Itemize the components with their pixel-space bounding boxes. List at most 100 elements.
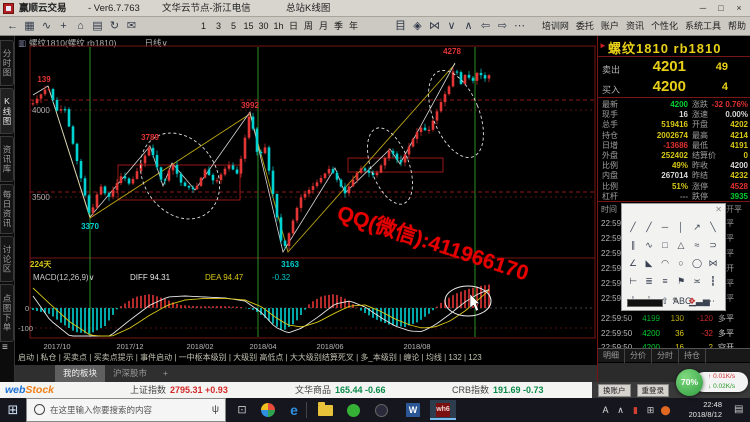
sidebar-tab[interactable]: K线图 — [0, 88, 14, 134]
indicator-links-row[interactable]: 启动 | 私仓 | 买卖点 | 买卖点提示 | 事件启动 | 一中枢本级别 | … — [18, 352, 593, 363]
draw-tool-icon[interactable]: ╱ — [625, 220, 641, 235]
block-tab[interactable]: + — [155, 365, 176, 382]
brush-icon[interactable]: ✎ — [672, 296, 680, 307]
period-button-15[interactable]: 15 — [241, 17, 256, 36]
index-quote[interactable]: CRB指数191.69 -0.73 — [452, 382, 544, 398]
more-tools-icon[interactable]: ⋯ — [706, 296, 715, 307]
draw-tool-icon[interactable]: ↗ — [689, 220, 705, 235]
index-quote[interactable]: 文华商品165.44 -0.66 — [295, 382, 386, 398]
draw-tool-icon[interactable]: ⚑ — [673, 274, 689, 289]
draw-tool-icon[interactable]: ⋈ — [705, 256, 721, 271]
notification-center-icon[interactable]: ▤ — [734, 398, 743, 422]
more-icon[interactable]: ⋯ — [511, 17, 528, 36]
refresh-icon[interactable]: ↻ — [106, 17, 123, 36]
menu-item[interactable]: 资讯 — [626, 17, 644, 36]
sidebar-tab[interactable]: 每日资讯 — [0, 184, 14, 234]
memory-speedball[interactable]: 70% — [676, 369, 703, 396]
next-icon[interactable]: ⇨ — [494, 17, 511, 36]
draw-tool-icon[interactable]: ─ — [657, 220, 673, 235]
draw-tool-icon[interactable]: │ — [673, 220, 689, 235]
diamond-icon[interactable]: ◈ — [409, 17, 426, 36]
contract-name[interactable]: 螺纹1810 rb1810 — [608, 38, 721, 57]
tick-tab[interactable]: 持仓 — [679, 349, 706, 363]
draw-tool-icon[interactable]: ≍ — [689, 274, 705, 289]
block-tab[interactable]: 我的板块 — [55, 365, 105, 382]
session-button[interactable]: 换账户 — [598, 384, 631, 397]
task-view-button[interactable]: ⊡ — [232, 398, 252, 422]
mail-icon[interactable]: ✉ — [123, 17, 140, 36]
save-icon[interactable]: ▤ — [89, 17, 106, 36]
draw-tool-icon[interactable]: ∿ — [641, 238, 657, 253]
grid-icon[interactable]: ▦ — [21, 17, 38, 36]
draw-tool-icon[interactable]: ◣ — [641, 256, 657, 271]
word-app-icon[interactable]: W — [400, 400, 426, 420]
bid-price[interactable]: 4200 — [626, 78, 686, 95]
drawing-tools-palette[interactable]: ✕ ╱╱─│↗╲∥∿□△≈⊃∠◣◠○◯⋈⊢≣≡⚑≍┇┆┊⇧ABC▁▃▅ ✎ ❖ … — [621, 203, 726, 311]
draw-tool-icon[interactable]: ┇ — [705, 274, 721, 289]
taskbar-clock[interactable]: 22:48 2018/8/12 — [682, 400, 722, 420]
start-button[interactable]: ⊞ — [0, 398, 26, 422]
block-tab[interactable]: 沪深股市 — [105, 365, 155, 382]
color-picker-icon[interactable]: ❖ — [688, 296, 696, 307]
kline-chart-canvas[interactable]: 400035000-10013937893992427833703163224天… — [15, 36, 597, 350]
draw-tool-icon[interactable]: ◠ — [657, 256, 673, 271]
antivirus-icon[interactable] — [340, 400, 366, 420]
draw-tool-icon[interactable]: ∥ — [625, 238, 641, 253]
menu-item[interactable]: 委托 — [576, 17, 594, 36]
search-input[interactable]: 在这里输入你要搜索的内容 ψ — [26, 398, 226, 422]
microphone-icon[interactable]: ψ — [212, 399, 219, 421]
tray-expand-icon[interactable]: ∧ — [613, 398, 628, 422]
draw-tool-icon[interactable]: ◯ — [689, 256, 705, 271]
home-icon[interactable]: ⌂ — [72, 17, 89, 36]
sidebar-tab[interactable]: 资讯库 — [0, 136, 14, 182]
sidebar-tab[interactable]: 讨论区 — [0, 236, 14, 282]
compare-icon[interactable]: ⋈ — [426, 17, 443, 36]
period-button-月[interactable]: 月 — [316, 17, 331, 36]
line-color-swatch[interactable] — [627, 299, 663, 307]
browser-pinwheel-icon[interactable] — [255, 400, 281, 420]
period-button-周[interactable]: 周 — [301, 17, 316, 36]
menu-item[interactable]: 培训网 — [542, 17, 569, 36]
trading-app-icon[interactable]: wh6 — [430, 400, 456, 420]
sidebar-menu-icon[interactable]: ≡ — [2, 342, 8, 353]
period-button-1[interactable]: 1 — [196, 17, 211, 36]
sidebar-tab[interactable]: 分时图 — [0, 40, 14, 86]
sidebar-tab[interactable]: 点图下单 — [0, 284, 14, 342]
security-tray-icon[interactable]: ▮ — [628, 398, 643, 422]
draw-tool-icon[interactable]: ⊢ — [625, 274, 641, 289]
tick-tab[interactable]: 明细 — [598, 349, 625, 363]
prev-icon[interactable]: ⇦ — [477, 17, 494, 36]
list-icon[interactable]: 目 — [392, 17, 409, 36]
draw-tool-icon[interactable]: ∠ — [625, 256, 641, 271]
period-button-日[interactable]: 日 — [286, 17, 301, 36]
draw-tool-icon[interactable]: ╲ — [705, 220, 721, 235]
qq-tray-icon[interactable]: ⬤ — [658, 398, 673, 422]
media-app-icon[interactable] — [368, 400, 394, 420]
menu-item[interactable]: 账户 — [601, 17, 619, 36]
draw-tool-icon[interactable]: ≣ — [641, 274, 657, 289]
draw-tool-icon[interactable]: □ — [657, 238, 673, 253]
period-button-年[interactable]: 年 — [346, 17, 361, 36]
tick-line-icon[interactable]: ∿ — [38, 17, 55, 36]
menu-item[interactable]: 系统工具 — [685, 17, 721, 36]
menu-item[interactable]: 个性化 — [651, 17, 678, 36]
draw-tool-icon[interactable]: ≡ — [657, 274, 673, 289]
session-button[interactable]: 重登录 — [637, 384, 670, 397]
file-explorer-icon[interactable] — [312, 400, 338, 420]
sync-tray-icon[interactable]: ⊞ — [643, 398, 658, 422]
period-button-季[interactable]: 季 — [331, 17, 346, 36]
collapse-icon[interactable]: ∨ — [443, 17, 460, 36]
menu-item[interactable]: 帮助 — [728, 17, 746, 36]
back-icon[interactable]: ← — [4, 17, 21, 36]
add-icon[interactable]: + — [55, 17, 72, 36]
minimize-button[interactable]: ─ — [694, 0, 712, 17]
ask-price[interactable]: 4201 — [626, 58, 686, 75]
period-button-5[interactable]: 5 — [226, 17, 241, 36]
draw-tool-icon[interactable]: ○ — [673, 256, 689, 271]
close-icon[interactable]: ✕ — [715, 205, 722, 214]
input-method-icon[interactable]: A — [598, 398, 613, 422]
ie-browser-icon[interactable]: e — [281, 400, 307, 420]
draw-tool-icon[interactable]: △ — [673, 238, 689, 253]
draw-tool-icon[interactable]: ⊃ — [705, 238, 721, 253]
close-button[interactable]: × — [730, 0, 748, 17]
